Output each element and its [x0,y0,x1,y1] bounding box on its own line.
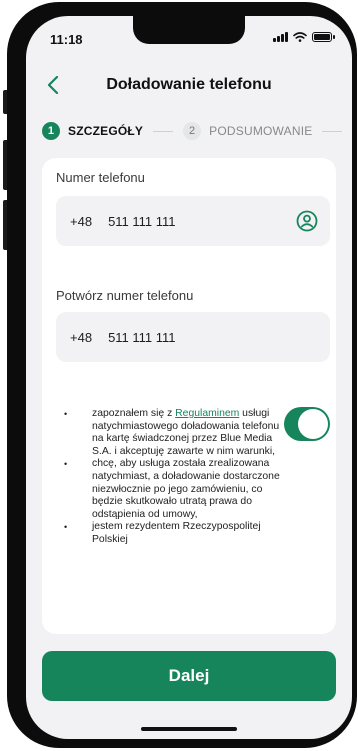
system-indicators [273,32,335,42]
step-label: PODSUMOWANIE [209,124,313,138]
consent-immediate: chcę, aby usługa została zrealizowana na… [62,458,292,521]
step-label: SZCZEGÓŁY [68,124,144,138]
signal-icon [273,32,288,42]
next-button[interactable]: Dalej [42,651,336,701]
contact-person-icon[interactable] [296,210,318,232]
step-summary: 2 PODSUMOWANIE [183,122,312,140]
status-time: 11:18 [50,32,83,47]
step-divider [322,130,343,132]
consent-list: zapoznałem się z Regulaminem usługi naty… [62,408,292,547]
phone-confirm-value[interactable]: 511 111 111 [108,330,175,345]
page-title: Doładowanie telefonu [106,76,272,93]
step-divider [153,130,174,132]
country-prefix: +48 [70,329,93,345]
wifi-icon [293,32,307,42]
step-number: 1 [42,122,60,140]
country-prefix: +48 [70,213,93,229]
phone-frame: 11:18 Doładowanie telefonu 1 SZCZEGÓŁY 2… [7,2,357,748]
consent-resident: jestem rezydentem Rzeczypospolitej Polsk… [62,521,292,546]
toggle-knob [298,409,328,439]
form-card: Numer telefonu +48 511 111 111 Potwórz n… [42,158,336,634]
consent-terms: zapoznałem się z Regulaminem usługi naty… [62,408,292,458]
header: Doładowanie telefonu [26,68,352,104]
stepper: 1 SZCZEGÓŁY 2 PODSUMOWANIE 3 P [42,120,352,142]
phone-confirm-label: Potwórz numer telefonu [56,288,194,303]
status-bar: 11:18 [26,16,352,60]
phone-confirm-field[interactable]: +48 511 111 111 [56,312,330,362]
consent-toggle[interactable] [284,407,330,441]
battery-icon [312,32,335,42]
consent-terms-text: zapoznałem się z [92,408,176,419]
home-indicator [141,727,237,731]
camera-notch [133,16,245,44]
terms-link[interactable]: Regulaminem [175,408,239,419]
phone-number-label: Numer telefonu [56,170,145,185]
phone-number-field[interactable]: +48 511 111 111 [56,196,330,246]
step-details: 1 SZCZEGÓŁY [42,122,143,140]
phone-screen: 11:18 Doładowanie telefonu 1 SZCZEGÓŁY 2… [26,16,352,739]
phone-number-value[interactable]: 511 111 111 [108,214,175,229]
step-number: 2 [183,122,202,140]
